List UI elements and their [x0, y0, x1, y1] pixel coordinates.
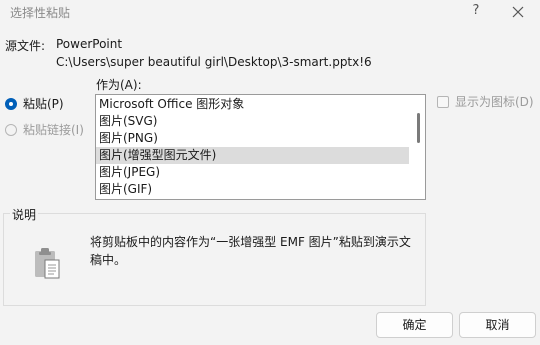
cancel-button[interactable]: 取消	[459, 312, 536, 338]
ok-button[interactable]: 确定	[376, 312, 453, 338]
source-label: 源文件:	[5, 39, 46, 53]
description-text: 将剪贴板中的内容作为“一张增强型 EMF 图片”粘贴到演示文稿中。	[90, 235, 411, 267]
source-app: PowerPoint	[56, 37, 123, 51]
list-item[interactable]: 图片(SVG)	[96, 113, 409, 130]
list-item[interactable]: 图片(GIF)	[96, 181, 409, 198]
paste-link-radio[interactable]	[5, 123, 17, 136]
description-label: 说明	[10, 206, 39, 223]
source-path: C:\Users\super beautiful girl\Desktop\3-…	[56, 55, 372, 69]
list-item[interactable]: Microsoft Office 图形对象	[96, 96, 409, 113]
as-listbox[interactable]: Microsoft Office 图形对象 图片(SVG) 图片(PNG) 图片…	[95, 94, 426, 200]
help-button[interactable]: ?	[468, 3, 484, 19]
display-as-icon-checkbox[interactable]	[437, 95, 449, 108]
list-item[interactable]: 图片(JPEG)	[96, 164, 409, 181]
display-as-icon-label: 显示为图标(D)	[455, 95, 534, 109]
paste-radio-option[interactable]: 粘贴(P)	[5, 95, 64, 112]
display-as-icon-option[interactable]: 显示为图标(D)	[437, 93, 534, 110]
list-item[interactable]: 图片(PNG)	[96, 130, 409, 147]
list-scrollbar[interactable]	[417, 113, 420, 143]
close-button[interactable]	[508, 3, 528, 21]
list-item-selected[interactable]: 图片(增强型图元文件)	[96, 147, 409, 164]
dialog-title: 选择性粘贴	[10, 6, 71, 20]
paste-radio-label: 粘贴(P)	[23, 97, 64, 111]
as-list-label: 作为(A):	[96, 78, 142, 92]
close-icon	[512, 6, 524, 18]
paste-radio[interactable]	[5, 97, 17, 110]
paste-link-radio-label: 粘贴链接(I)	[23, 123, 84, 137]
clipboard-icon	[32, 246, 62, 280]
paste-link-radio-option[interactable]: 粘贴链接(I)	[5, 121, 84, 138]
